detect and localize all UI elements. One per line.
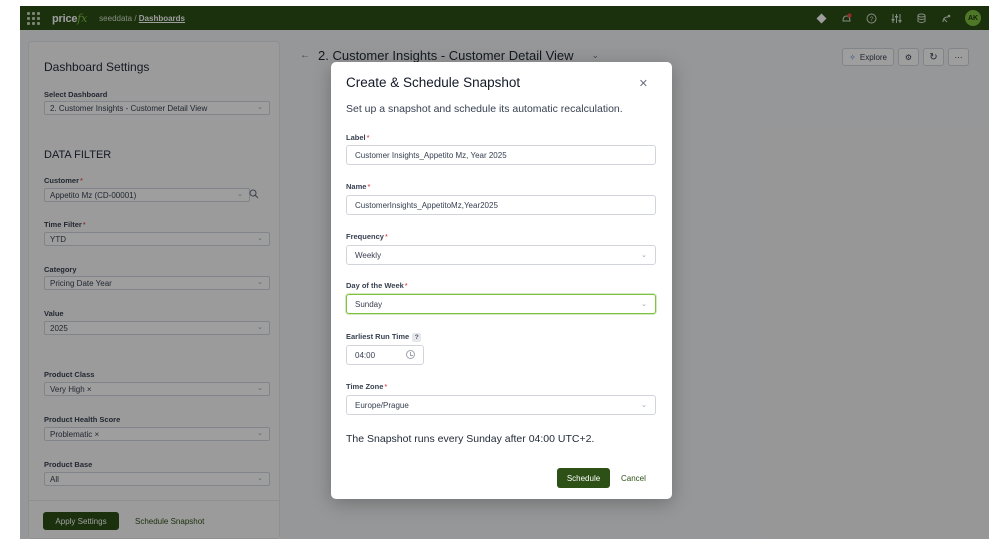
help-icon[interactable]: ? (412, 333, 422, 342)
dialog-title: Create & Schedule Snapshot (346, 75, 521, 90)
chevron-down-icon: ⌄ (641, 252, 647, 259)
name-field-label: Name* (346, 182, 371, 191)
chevron-down-icon: ⌄ (641, 402, 647, 409)
cancel-button[interactable]: Cancel (621, 468, 646, 488)
label-input[interactable]: Customer Insights_Appetito Mz, Year 2025 (346, 145, 656, 165)
dialog-subtitle: Set up a snapshot and schedule its autom… (346, 103, 623, 115)
schedule-button[interactable]: Schedule (557, 468, 610, 488)
time-zone-label: Time Zone* (346, 382, 388, 391)
label-field-label: Label* (346, 133, 370, 142)
time-zone-select[interactable]: Europe/Prague ⌄ (346, 395, 656, 415)
close-icon[interactable]: ✕ (639, 77, 648, 90)
day-of-week-label: Day of the Week* (346, 281, 408, 290)
day-of-week-select[interactable]: Sunday ⌄ (346, 294, 656, 314)
chevron-down-icon: ⌄ (641, 301, 647, 308)
schedule-summary: The Snapshot runs every Sunday after 04:… (346, 433, 595, 445)
earliest-run-time-input[interactable]: 04:00 (346, 345, 424, 365)
frequency-label: Frequency* (346, 232, 388, 241)
frequency-select[interactable]: Weekly ⌄ (346, 245, 656, 265)
clock-icon (406, 350, 415, 359)
create-snapshot-dialog: Create & Schedule Snapshot ✕ Set up a sn… (331, 62, 672, 499)
earliest-run-time-label: Earliest Run Time? (346, 332, 422, 342)
name-input[interactable]: CustomerInsights_AppetitoMz,Year2025 (346, 195, 656, 215)
